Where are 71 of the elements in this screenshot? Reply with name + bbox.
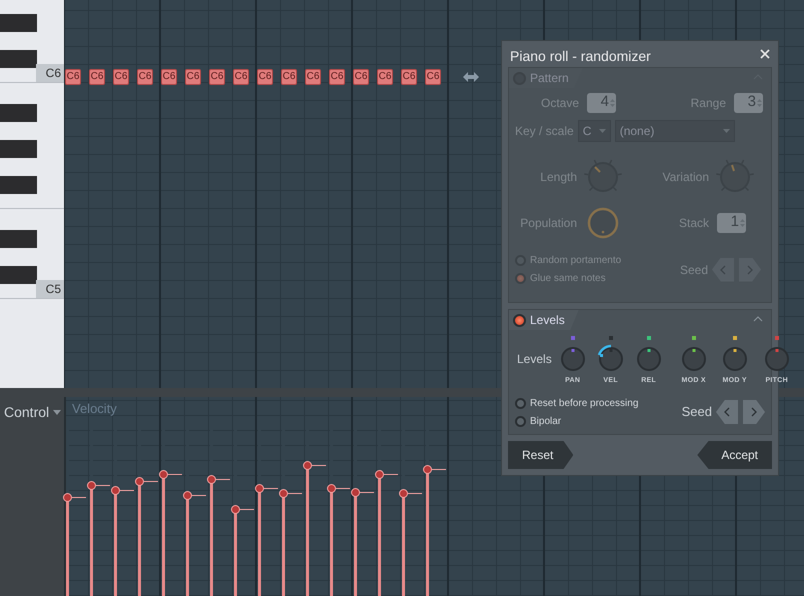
velocity-handle[interactable]: [111, 486, 134, 495]
stretch-arrows-icon: [463, 72, 479, 82]
levels-label: Levels: [517, 350, 552, 368]
note-block[interactable]: C6: [65, 69, 81, 85]
note-block[interactable]: C6: [185, 69, 201, 85]
note-block[interactable]: C6: [209, 69, 225, 85]
section-title: Pattern: [530, 70, 569, 87]
note-block[interactable]: C6: [353, 69, 369, 85]
note-block[interactable]: C6: [161, 69, 177, 85]
checkbox-label: Reset before processing: [530, 396, 638, 410]
caret-icon: [722, 128, 730, 132]
previous-seed-button[interactable]: [716, 400, 738, 424]
scale-dropdown[interactable]: (none): [614, 120, 735, 142]
velocity-handle[interactable]: [327, 484, 350, 494]
reset-button[interactable]: Reset: [508, 441, 574, 469]
velocity-handle[interactable]: [231, 505, 254, 514]
velocity-handle[interactable]: [399, 489, 422, 498]
parameter-label: Velocity: [72, 400, 117, 418]
chevron-right-icon: [747, 264, 753, 274]
octave-field[interactable]: 4: [587, 92, 616, 112]
dialog-title: Piano roll - randomizer: [510, 47, 651, 66]
chevron-left-icon: [724, 407, 730, 417]
checkbox[interactable]: [515, 398, 526, 408]
velocity-handle[interactable]: [279, 489, 302, 498]
velocity-handle[interactable]: [351, 488, 374, 497]
note-block[interactable]: C6: [377, 69, 393, 85]
key-label: C5: [36, 280, 64, 298]
section-toggle[interactable]: [513, 314, 526, 326]
caret-icon: [598, 128, 606, 132]
velocity-handle[interactable]: [159, 470, 182, 479]
note-block[interactable]: C6: [137, 69, 153, 85]
chevron-right-icon: [751, 407, 757, 417]
control-dropdown[interactable]: Control: [4, 402, 62, 423]
accept-button[interactable]: Accept: [697, 441, 772, 469]
key-label: C6: [36, 64, 64, 82]
seed-label: Seed: [682, 403, 712, 422]
stack-field[interactable]: 1: [717, 212, 746, 232]
checkbox-label: Random portamento: [530, 254, 622, 268]
checkbox-label: Glue same notes: [530, 272, 606, 286]
key-dropdown[interactable]: C: [578, 120, 611, 142]
spin-arrows-icon: [740, 218, 745, 228]
next-seed-button[interactable]: [743, 400, 765, 424]
velocity-handle[interactable]: [207, 475, 230, 484]
note-block[interactable]: C6: [425, 69, 441, 85]
section-title: Levels: [530, 312, 565, 329]
note-block[interactable]: C6: [113, 69, 129, 85]
velocity-handle[interactable]: [375, 470, 398, 479]
velocity-handle[interactable]: [183, 491, 206, 500]
note-block[interactable]: C6: [89, 69, 105, 85]
spin-arrows-icon: [757, 98, 762, 108]
close-icon: [760, 49, 770, 59]
note-block[interactable]: C6: [329, 69, 345, 85]
range-field[interactable]: 3: [734, 92, 763, 112]
velocity-handle[interactable]: [423, 464, 446, 474]
checkbox-label: Bipolar: [530, 414, 562, 428]
note-block[interactable]: C6: [281, 69, 297, 85]
checkbox[interactable]: [515, 416, 526, 426]
velocity-handle[interactable]: [135, 476, 158, 486]
spin-arrows-icon: [610, 98, 615, 108]
collapse-icon: [753, 316, 763, 322]
note-block[interactable]: C6: [305, 69, 321, 85]
velocity-handle[interactable]: [63, 492, 86, 502]
note-block[interactable]: C6: [257, 69, 273, 85]
caret-icon: [53, 410, 62, 415]
velocity-handle[interactable]: [87, 480, 110, 490]
velocity-handle[interactable]: [303, 461, 326, 470]
note-block[interactable]: C6: [233, 69, 249, 85]
note-block[interactable]: C6: [401, 69, 417, 85]
velocity-handle[interactable]: [255, 484, 278, 494]
close-button[interactable]: [760, 49, 770, 59]
chevron-left-icon: [720, 264, 726, 274]
